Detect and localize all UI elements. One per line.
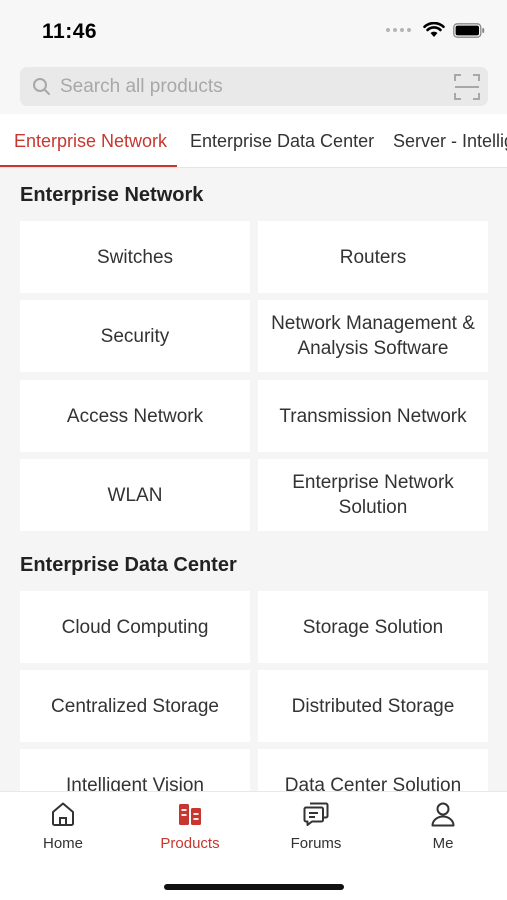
product-card-network-management[interactable]: Network Management & Analysis Software bbox=[258, 300, 488, 372]
product-card-routers[interactable]: Routers bbox=[258, 221, 488, 293]
person-icon bbox=[431, 802, 455, 827]
home-icon bbox=[52, 802, 74, 826]
status-bar: 11:46 bbox=[0, 0, 507, 60]
product-card-access-network[interactable]: Access Network bbox=[20, 380, 250, 452]
nav-me-label: Me bbox=[432, 835, 454, 852]
product-card-distributed-storage[interactable]: Distributed Storage bbox=[258, 670, 488, 742]
product-card-cloud-computing[interactable]: Cloud Computing bbox=[20, 591, 250, 663]
product-card-transmission-network[interactable]: Transmission Network bbox=[258, 380, 488, 452]
nav-me[interactable]: Me bbox=[393, 800, 493, 852]
product-card-storage-solution[interactable]: Storage Solution bbox=[258, 591, 488, 663]
tab-server-intelligent[interactable]: Server - Intellig bbox=[393, 131, 507, 152]
wifi-icon bbox=[423, 22, 445, 37]
product-card-security[interactable]: Security bbox=[20, 300, 250, 372]
status-icons bbox=[386, 22, 485, 38]
category-tabs: Enterprise Network Enterprise Data Cente… bbox=[0, 114, 507, 168]
search-input[interactable]: Search all products bbox=[20, 67, 488, 106]
nav-home-label: Home bbox=[42, 835, 83, 852]
nav-products-label: Products bbox=[160, 835, 220, 852]
nav-home[interactable]: Home bbox=[13, 800, 113, 852]
nav-products[interactable]: Products bbox=[140, 800, 240, 852]
section-title-enterprise-data-center: Enterprise Data Center bbox=[20, 554, 237, 576]
home-indicator bbox=[164, 884, 344, 890]
status-time: 11:46 bbox=[42, 20, 98, 43]
section-title-enterprise-network: Enterprise Network bbox=[20, 184, 204, 206]
product-card-switches[interactable]: Switches bbox=[20, 221, 250, 293]
tab-enterprise-data-center[interactable]: Enterprise Data Center bbox=[190, 131, 374, 152]
battery-icon bbox=[453, 22, 485, 38]
signal-icon bbox=[386, 28, 411, 32]
scan-icon[interactable] bbox=[454, 74, 480, 100]
nav-forums-label: Forums bbox=[290, 835, 342, 852]
forums-icon bbox=[303, 802, 329, 826]
nav-forums[interactable]: Forums bbox=[266, 800, 366, 852]
product-card-wlan[interactable]: WLAN bbox=[20, 459, 250, 531]
tab-enterprise-network[interactable]: Enterprise Network bbox=[14, 131, 167, 152]
product-card-enterprise-network-solution[interactable]: Enterprise Network Solution bbox=[258, 459, 488, 531]
products-icon bbox=[179, 804, 201, 825]
active-tab-indicator bbox=[0, 165, 177, 167]
search-icon bbox=[33, 78, 50, 95]
search-placeholder: Search all products bbox=[60, 76, 223, 97]
search-bar: Search all products bbox=[0, 60, 507, 114]
product-card-centralized-storage[interactable]: Centralized Storage bbox=[20, 670, 250, 742]
